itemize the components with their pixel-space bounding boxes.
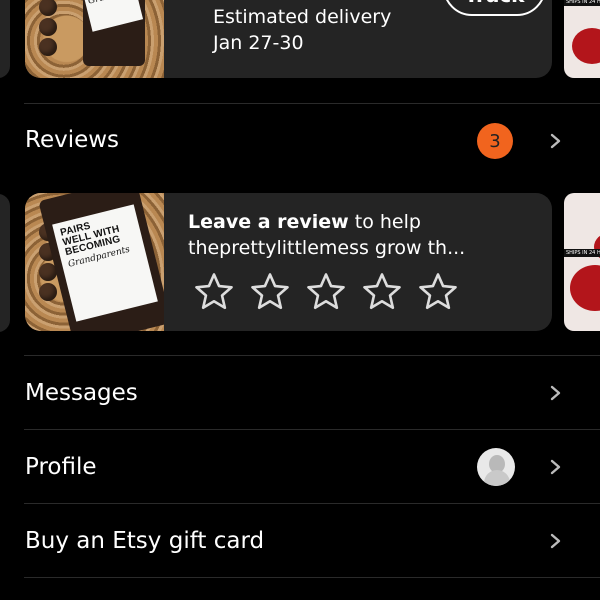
messages-row[interactable]: Messages: [0, 363, 600, 423]
gift-card-row[interactable]: Buy an Etsy gift card: [0, 511, 600, 571]
divider: [24, 103, 600, 104]
ships-tag: SHIPS IN 24 HOURS: [564, 249, 600, 257]
profile-row[interactable]: Profile: [0, 437, 600, 497]
star-3-icon[interactable]: [305, 271, 347, 313]
messages-label: Messages: [25, 380, 138, 406]
avatar: [477, 448, 515, 486]
next-card-peek[interactable]: SHIPS IN 24 HOURS: [564, 0, 600, 78]
next-review-card-peek[interactable]: SHIPS IN 24 HOURS: [564, 193, 600, 331]
prev-review-card-peek[interactable]: [0, 194, 10, 332]
divider: [24, 355, 600, 356]
reviews-count-badge: 3: [477, 123, 513, 159]
star-1-icon[interactable]: [193, 271, 235, 313]
track-button[interactable]: Track: [443, 0, 546, 16]
divider: [24, 429, 600, 430]
reviews-row[interactable]: Reviews 3: [0, 111, 600, 171]
star-4-icon[interactable]: [361, 271, 403, 313]
chevron-right-icon: [550, 385, 561, 401]
rating-stars: [193, 271, 459, 313]
divider: [24, 577, 600, 578]
delivery-dates: Jan 27-30: [213, 32, 304, 54]
star-2-icon[interactable]: [249, 271, 291, 313]
product-thumbnail: Grandparents: [25, 0, 164, 78]
shop-name-line: theprettylittlemess grow th...: [188, 237, 466, 259]
reviews-label: Reviews: [25, 127, 120, 153]
divider: [24, 503, 600, 504]
estimated-delivery-label: Estimated delivery: [213, 6, 392, 28]
profile-label: Profile: [25, 454, 97, 480]
gift-card-label: Buy an Etsy gift card: [25, 528, 265, 554]
leave-review-rest: to help: [348, 211, 421, 233]
prev-card-peek[interactable]: [0, 0, 10, 78]
order-delivery-card[interactable]: Grandparents Estimated delivery Jan 27-3…: [25, 0, 552, 78]
leave-review-bold: Leave a review: [188, 211, 349, 233]
chevron-right-icon: [550, 459, 561, 475]
product-thumbnail: PAIRS WELL WITH BECOMING Grandparents: [25, 193, 164, 331]
chevron-right-icon: [550, 533, 561, 549]
star-5-icon[interactable]: [417, 271, 459, 313]
chevron-right-icon: [550, 133, 561, 149]
ships-tag: SHIPS IN 24 HOURS: [564, 0, 600, 6]
leave-review-text: Leave a review to help: [188, 209, 421, 235]
